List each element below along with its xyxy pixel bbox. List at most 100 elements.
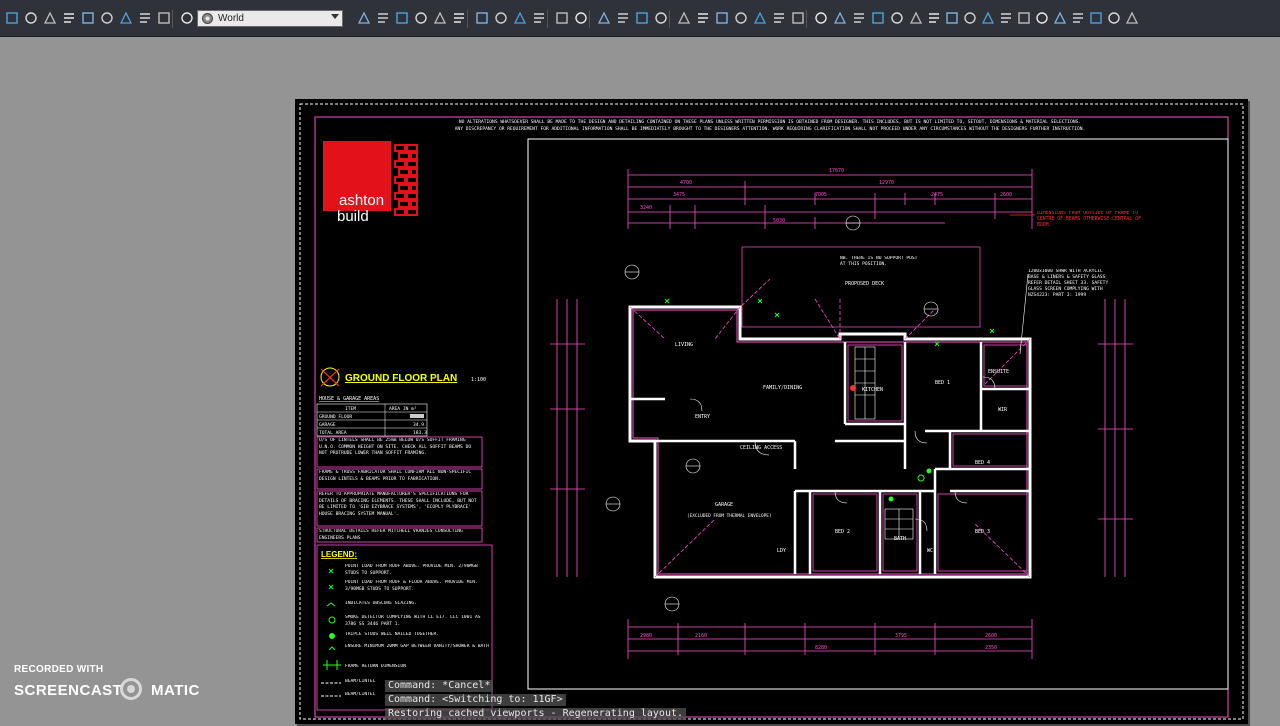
room-laundry: LDY <box>777 548 786 554</box>
ucs-icon[interactable] <box>137 9 153 27</box>
aligned-dimension-icon[interactable] <box>832 9 848 27</box>
toolbar-row <box>0 9 1280 29</box>
baseline-icon[interactable] <box>980 9 996 27</box>
open-icon[interactable] <box>356 9 372 27</box>
quick-dim-icon[interactable] <box>962 9 978 27</box>
workspace-label: World <box>218 13 244 24</box>
dim-bottom-3: 3795 <box>895 633 907 639</box>
toolbar-separator <box>172 10 173 28</box>
zoom-previous-icon[interactable] <box>653 9 669 27</box>
header-note-1: NO ALTERATIONS WHATSOEVER SHALL BE MADE … <box>459 119 1081 125</box>
ucs-2-icon[interactable] <box>99 9 115 27</box>
room-kitchen: KITCHEN <box>862 387 883 393</box>
areas-col1: ITEM <box>345 406 356 412</box>
note-2: FRAME & TRUSS FABRICATOR SHALL CONFIRM A… <box>319 470 472 482</box>
view-cube-icon[interactable] <box>23 9 39 27</box>
dim-bottom-1: 2160 <box>695 633 707 639</box>
drawing-canvas[interactable]: NO ALTERATIONS WHATSOEVER SHALL BE MADE … <box>295 99 1248 724</box>
room-ensuite: ENSUITE <box>988 369 1009 375</box>
room-bed1: BED 1 <box>935 380 950 386</box>
copy-icon[interactable] <box>493 9 509 27</box>
dimension-labels-bottom: 2980 2160 8280 3795 2600 2350 <box>640 633 997 651</box>
jogged-icon[interactable] <box>908 9 924 27</box>
room-living: LIVING <box>675 342 693 348</box>
quickcalc-icon[interactable] <box>771 9 787 27</box>
center-mark-icon[interactable] <box>1070 9 1086 27</box>
properties-icon[interactable] <box>676 9 692 27</box>
redo-icon[interactable] <box>573 9 589 27</box>
diameter-icon[interactable] <box>926 9 942 27</box>
dim-bottom-0: 2980 <box>640 633 652 639</box>
notes-panel: U/S OF LINTELS SHALL BE 25mm BELOW U/S S… <box>316 436 483 543</box>
arc-length-icon[interactable] <box>851 9 867 27</box>
help-icon[interactable] <box>790 9 806 27</box>
space-icon[interactable] <box>1016 9 1032 27</box>
orbit-icon[interactable] <box>42 9 58 27</box>
new-icon[interactable] <box>179 9 195 27</box>
company-logo: ashton build <box>323 141 418 225</box>
logo-text-2: build <box>337 208 369 225</box>
dim-bottom-5: 2350 <box>985 645 997 651</box>
legend-item-6: ENSURE MINIMUM 20MM GAP BETWEEN VANITY/S… <box>345 644 489 649</box>
dim-top-0: 17670 <box>829 168 844 174</box>
zoom-icon[interactable] <box>118 9 134 27</box>
areas-col2: AREA IN m² <box>389 406 417 412</box>
cube-icon[interactable] <box>4 9 20 27</box>
settings-gear-icon[interactable] <box>61 9 77 27</box>
save-icon[interactable] <box>375 9 391 27</box>
continue-icon[interactable] <box>998 9 1014 27</box>
publish-icon[interactable] <box>451 9 467 27</box>
dim-top-1: 4700 <box>680 180 692 186</box>
inspect-icon[interactable] <box>1088 9 1104 27</box>
note-1: U/S OF LINTELS SHALL BE 25mm BELOW U/S S… <box>319 438 472 456</box>
deck-note: NB. THERE IS NO SUPPORT POST AT THIS POS… <box>840 256 918 267</box>
screencast-watermark: RECORDED WITH SCREENCAST MATIC <box>14 664 199 700</box>
areas-title: HOUSE & GARAGE AREAS <box>319 396 379 402</box>
legend-title: LEGEND: <box>321 550 357 559</box>
dim-edit-icon[interactable] <box>1124 9 1140 27</box>
linear-dimension-icon[interactable] <box>813 9 829 27</box>
dimension-chains-bottom <box>627 619 1033 659</box>
design-center-icon[interactable] <box>695 9 711 27</box>
break-icon[interactable] <box>1034 9 1050 27</box>
dim-top-5: 3475 <box>673 192 685 198</box>
drawing-sheet[interactable]: NO ALTERATIONS WHATSOEVER SHALL BE MADE … <box>295 99 1248 724</box>
dimension-labels-top: 17670 4700 12970 7005 2475 3475 2600 324… <box>640 168 1012 224</box>
room-bed4: BED 4 <box>975 460 990 466</box>
undo-icon[interactable] <box>554 9 570 27</box>
dim-top-8: 5030 <box>773 218 785 224</box>
floor-plan[interactable]: 17670 4700 12970 7005 2475 3475 2600 324… <box>550 168 1147 659</box>
match-properties-icon[interactable] <box>531 9 547 27</box>
toolbar-separator <box>547 10 548 28</box>
jogged-linear-icon[interactable] <box>1106 9 1122 27</box>
command-line-history[interactable]: Command: *Cancel* Command: <Switching to… <box>385 680 695 720</box>
dim-top-6: 2600 <box>1000 192 1012 198</box>
sheet-set-icon[interactable] <box>733 9 749 27</box>
plot-icon[interactable] <box>432 9 448 27</box>
workspace-selector[interactable]: World <box>197 10 343 27</box>
print-preview-icon[interactable] <box>413 9 429 27</box>
paste-icon[interactable] <box>512 9 528 27</box>
tool-palettes-icon[interactable] <box>714 9 730 27</box>
ordinate-icon[interactable] <box>870 9 886 27</box>
visual-style-icon[interactable] <box>80 9 96 27</box>
watermark-brand-2: MATIC <box>151 682 200 699</box>
zoom-realtime-icon[interactable] <box>615 9 631 27</box>
toolbar-separator <box>669 10 670 28</box>
angular-icon[interactable] <box>944 9 960 27</box>
print-icon[interactable] <box>394 9 410 27</box>
room-entry: ENTRY <box>695 414 710 420</box>
ucs-world-icon[interactable] <box>156 9 172 27</box>
areas-row2-item: GARAGE <box>319 422 336 428</box>
zoom-window-icon[interactable] <box>634 9 650 27</box>
markup-icon[interactable] <box>752 9 768 27</box>
command-line-2: Command: <Switching to: 11GF> <box>385 694 566 706</box>
plan-title: GROUND FLOOR PLAN <box>345 373 457 384</box>
cut-icon[interactable] <box>474 9 490 27</box>
pan-icon[interactable] <box>596 9 612 27</box>
command-line-1: Command: *Cancel* <box>385 680 494 692</box>
room-bed3: BED 3 <box>975 529 990 535</box>
radius-icon[interactable] <box>889 9 905 27</box>
tolerance-icon[interactable] <box>1052 9 1068 27</box>
ribbon-toolbar: World <box>0 0 1280 37</box>
